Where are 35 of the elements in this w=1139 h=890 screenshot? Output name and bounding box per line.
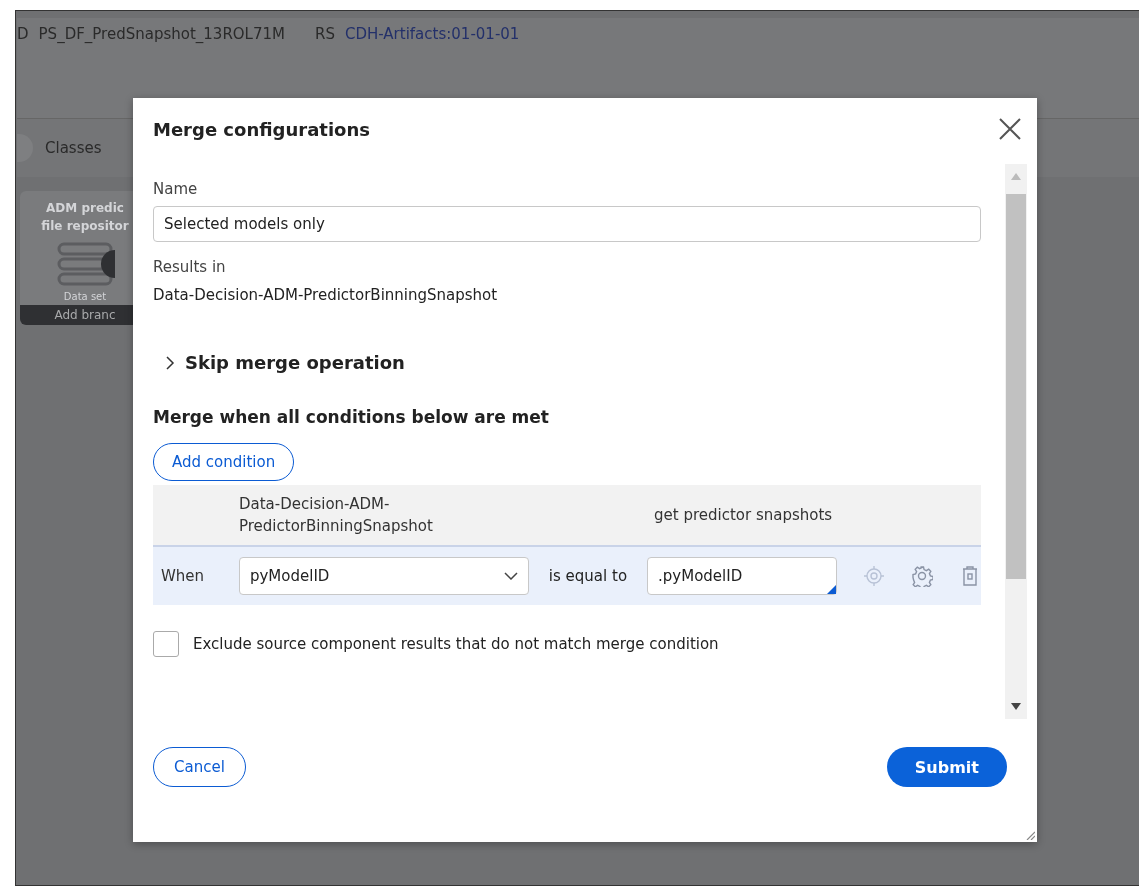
cancel-button[interactable]: Cancel	[153, 747, 246, 787]
scroll-up-icon[interactable]	[1011, 172, 1021, 180]
field-label: Name	[153, 180, 199, 198]
shape-title: file repositor	[40, 218, 130, 235]
scroll-down-icon[interactable]	[1011, 703, 1021, 711]
row-label: When	[161, 567, 206, 585]
add-condition-button[interactable]: Add condition	[153, 443, 295, 481]
checkbox-label: Exclude source component results that do not match merge condition	[193, 635, 719, 653]
operator-text: is equal to	[547, 567, 629, 585]
ruleset-label: RS	[315, 25, 335, 43]
close-button[interactable]	[997, 116, 1023, 142]
scrollbar[interactable]	[1005, 164, 1027, 719]
property-dropdown[interactable]: pyModelID	[238, 557, 529, 595]
field-label: Results in	[153, 258, 227, 276]
data-set-icon	[55, 241, 115, 287]
checkbox[interactable]	[153, 631, 179, 657]
tab[interactable]: Classes	[45, 139, 102, 157]
name-field[interactable]: Selected models only	[153, 206, 981, 242]
submit-button[interactable]: Submit	[886, 747, 1007, 787]
skip-merge-toggle[interactable]: Skip merge operation	[165, 352, 405, 373]
shape-type: Data set	[62, 291, 108, 302]
target-icon[interactable]	[863, 565, 885, 587]
resize-grip-icon[interactable]	[1025, 830, 1035, 840]
column-header: Data-Decision-ADM-PredictorBinningSnapshot	[239, 494, 434, 537]
results-class: Data-Decision-ADM-PredictorBinningSnapshot	[153, 286, 499, 304]
settings-icon[interactable]	[911, 565, 933, 587]
chevron-down-icon	[503, 572, 518, 580]
shape-title: ADM predic	[45, 200, 125, 217]
value-field[interactable]: .pyModelID	[647, 557, 837, 595]
chevron-icon	[165, 355, 175, 370]
dialog-title: Merge configurations	[153, 118, 370, 140]
data-flow-id: PS_DF_PredSnapshot_13ROL71M	[38, 25, 285, 43]
id-label: D	[17, 25, 29, 43]
column-header: get predictor snapshots	[654, 505, 833, 526]
section-heading: Merge when all conditions below are met	[153, 407, 550, 427]
